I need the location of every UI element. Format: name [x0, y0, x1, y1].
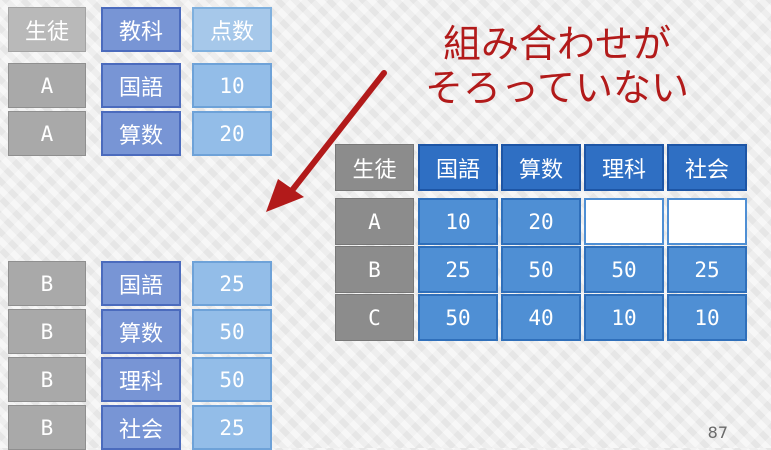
wide-row-c-shakai: 10 — [667, 294, 747, 341]
wide-row-b-student: B — [335, 246, 414, 293]
wide-row-b-sansu: 50 — [501, 246, 581, 293]
wide-row-a-rika-empty — [584, 198, 664, 245]
wide-row-c-sansu: 40 — [501, 294, 581, 341]
page-number: 87 — [707, 423, 728, 442]
wide-row-a-student: A — [335, 198, 414, 245]
wide-header-sansu: 算数 — [501, 144, 581, 191]
wide-row-b-rika: 50 — [584, 246, 664, 293]
wide-header-rika: 理科 — [584, 144, 664, 191]
wide-row-c-student: C — [335, 294, 414, 341]
wide-header-shakai: 社会 — [667, 144, 747, 191]
wide-row-b-kokugo: 25 — [418, 246, 498, 293]
wide-row-c-kokugo: 50 — [418, 294, 498, 341]
wide-row-b-shakai: 25 — [667, 246, 747, 293]
wide-row-a-sansu: 20 — [501, 198, 581, 245]
wide-row-a-shakai-empty — [667, 198, 747, 245]
wide-row-a-kokugo: 10 — [418, 198, 498, 245]
wide-header-kokugo: 国語 — [418, 144, 498, 191]
wide-row-c-rika: 10 — [584, 294, 664, 341]
wide-header-student: 生徒 — [335, 144, 414, 191]
